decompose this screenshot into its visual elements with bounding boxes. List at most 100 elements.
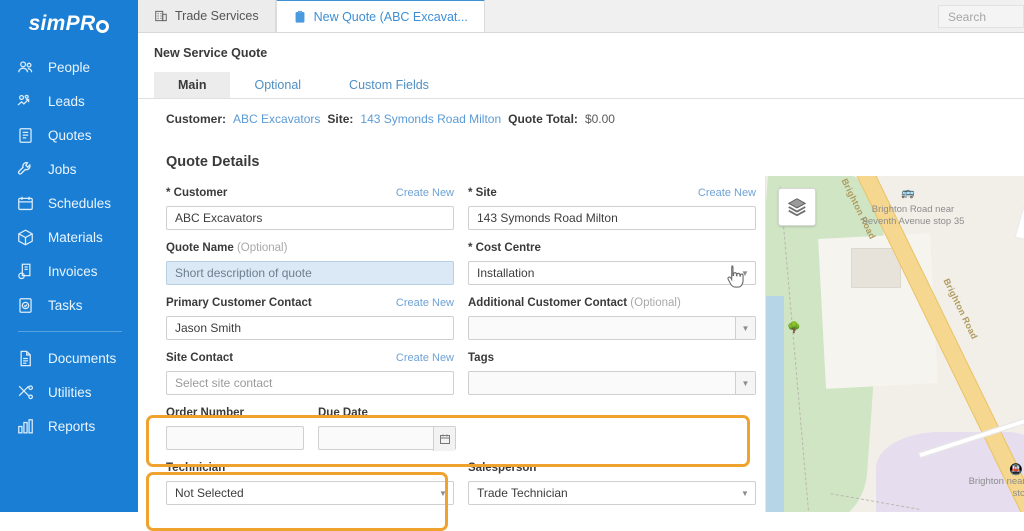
field-tags: Tags ▼: [468, 352, 756, 395]
sidebar-item-label: People: [48, 59, 91, 75]
field-site: * Site Create New 143 Symonds Road Milto…: [468, 187, 756, 230]
tab-optional[interactable]: Optional: [230, 72, 325, 98]
materials-icon: [16, 226, 42, 248]
technician-select[interactable]: Not Selected ▼: [166, 481, 454, 505]
people-icon: [16, 56, 42, 78]
browser-tab-trade-services[interactable]: Trade Services: [138, 0, 276, 32]
field-label: Additional Customer Contact (Optional): [468, 297, 681, 309]
quote-name-label-text: Quote Name: [166, 242, 234, 254]
page-title: New Service Quote: [154, 46, 268, 60]
tab-label: Main: [178, 78, 207, 92]
sidebar-item-label: Documents: [48, 350, 117, 366]
form-row-customer-site: * Customer Create New ABC Excavators * S…: [166, 187, 770, 230]
sidebar-item-label: Jobs: [48, 161, 77, 177]
site-contact-input[interactable]: Select site contact: [166, 371, 454, 395]
invoices-icon: [16, 260, 42, 282]
sidebar-item-label: Utilities: [48, 384, 92, 400]
sidebar-item-tasks[interactable]: Tasks: [0, 288, 138, 322]
create-new-primary-contact-link[interactable]: Create New: [396, 297, 454, 309]
reports-icon: [16, 415, 42, 437]
meta-total-value: $0.00: [584, 112, 615, 126]
order-number-input[interactable]: [166, 426, 304, 450]
chevron-down-icon: ▼: [439, 488, 447, 498]
sidebar-item-reports[interactable]: Reports: [0, 409, 138, 443]
field-label: Order Number: [166, 407, 244, 419]
additional-contact-label-text: Additional Customer Contact: [468, 297, 628, 309]
field-cost-centre: * Cost Centre Installation ▼: [468, 242, 756, 285]
field-technician: Technician Not Selected ▼: [166, 462, 454, 505]
create-new-site-contact-link[interactable]: Create New: [396, 352, 454, 364]
field-label: * Customer: [166, 187, 228, 199]
meta-customer-link[interactable]: ABC Excavators: [233, 112, 320, 126]
technician-value: Not Selected: [175, 486, 244, 500]
form-row-order-due: Order Number Due Date: [166, 407, 770, 451]
optional-tag: (Optional): [236, 242, 288, 254]
tree-icon: 🌳: [787, 322, 801, 334]
sidebar-item-jobs[interactable]: Jobs: [0, 152, 138, 186]
cost-centre-select[interactable]: Installation ▼: [468, 261, 756, 285]
due-date-input[interactable]: [318, 426, 456, 451]
meta-total-label: Quote Total:: [508, 112, 578, 126]
primary-contact-input[interactable]: Jason Smith: [166, 316, 454, 340]
sidebar-item-label: Quotes: [48, 127, 92, 143]
meta-site-link[interactable]: 143 Symonds Road Milton: [360, 112, 501, 126]
field-label: Primary Customer Contact: [166, 297, 312, 309]
browser-tab-label: New Quote (ABC Excavat...: [313, 9, 468, 24]
sidebar-item-invoices[interactable]: Invoices: [0, 254, 138, 288]
search-input[interactable]: Search: [938, 5, 1024, 28]
tags-select[interactable]: ▼: [468, 371, 756, 395]
field-primary-contact: Primary Customer Contact Create New Jaso…: [166, 297, 454, 340]
meta-customer-label: Customer:: [166, 112, 227, 126]
tab-custom-fields[interactable]: Custom Fields: [325, 72, 453, 98]
quote-name-input[interactable]: Short description of quote: [166, 261, 454, 285]
map-label-train-stop: Brighton near Bur Place sto: [968, 476, 1024, 499]
tab-label: Optional: [254, 78, 302, 92]
sidebar-item-leads[interactable]: Leads: [0, 84, 138, 118]
form-row-technician-salesperson: Technician Not Selected ▼ Salesperson Tr…: [166, 462, 770, 505]
tab-main[interactable]: Main: [154, 72, 231, 98]
salesperson-value: Trade Technician: [477, 486, 568, 500]
map-water-area: [766, 296, 784, 512]
meta-site-label: Site:: [327, 112, 354, 126]
sidebar-item-schedules[interactable]: Schedules: [0, 186, 138, 220]
field-label: Technician: [166, 462, 226, 474]
sidebar-item-materials[interactable]: Materials: [0, 220, 138, 254]
field-customer: * Customer Create New ABC Excavators: [166, 187, 454, 230]
sidebar-item-label: Invoices: [48, 263, 98, 279]
salesperson-select[interactable]: Trade Technician ▼: [468, 481, 756, 505]
calendar-icon[interactable]: [433, 427, 455, 451]
utilities-icon: [16, 381, 42, 403]
sidebar-item-utilities[interactable]: Utilities: [0, 375, 138, 409]
train-stop-icon: 🚇: [1009, 464, 1023, 476]
sidebar-item-people[interactable]: People: [0, 50, 138, 84]
sidebar-item-label: Materials: [48, 229, 103, 245]
chevron-down-icon: ▼: [735, 317, 755, 339]
sidebar-item-documents[interactable]: Documents: [0, 341, 138, 375]
quote-meta-bar: Customer: ABC Excavators Site: 143 Symon…: [138, 99, 1024, 126]
site-map[interactable]: Brighton Road Brighton Road 🚌 Brighton R…: [765, 176, 1024, 512]
create-new-customer-link[interactable]: Create New: [396, 187, 454, 199]
building-icon: [154, 9, 168, 23]
browser-tab-label: Trade Services: [175, 8, 259, 23]
optional-tag: (Optional): [630, 297, 681, 309]
logo-text: simPR: [28, 12, 96, 35]
map-road-minor-2: [1014, 176, 1024, 241]
field-label: Tags: [468, 352, 494, 364]
simpro-logo[interactable]: simPR: [0, 0, 138, 44]
field-salesperson: Salesperson Trade Technician ▼: [468, 462, 756, 505]
form-row-quotename-costcentre: Quote Name (Optional) Short description …: [166, 242, 770, 285]
field-label: Due Date: [318, 407, 368, 419]
map-layers-button[interactable]: [778, 188, 816, 226]
field-additional-contact: Additional Customer Contact (Optional) ▼: [468, 297, 756, 340]
field-label: Quote Name (Optional): [166, 242, 287, 254]
mouse-cursor: [724, 264, 746, 290]
additional-contact-select[interactable]: ▼: [468, 316, 756, 340]
main-pane: Trade Services New Quote (ABC Excavat...…: [138, 0, 1024, 531]
customer-input[interactable]: ABC Excavators: [166, 206, 454, 230]
field-site-contact: Site Contact Create New Select site cont…: [166, 352, 454, 395]
create-new-site-link[interactable]: Create New: [698, 187, 756, 199]
browser-tab-new-quote[interactable]: New Quote (ABC Excavat...: [275, 0, 485, 32]
sidebar-item-quotes[interactable]: Quotes: [0, 118, 138, 152]
field-label: * Cost Centre: [468, 242, 541, 254]
site-input[interactable]: 143 Symonds Road Milton: [468, 206, 756, 230]
